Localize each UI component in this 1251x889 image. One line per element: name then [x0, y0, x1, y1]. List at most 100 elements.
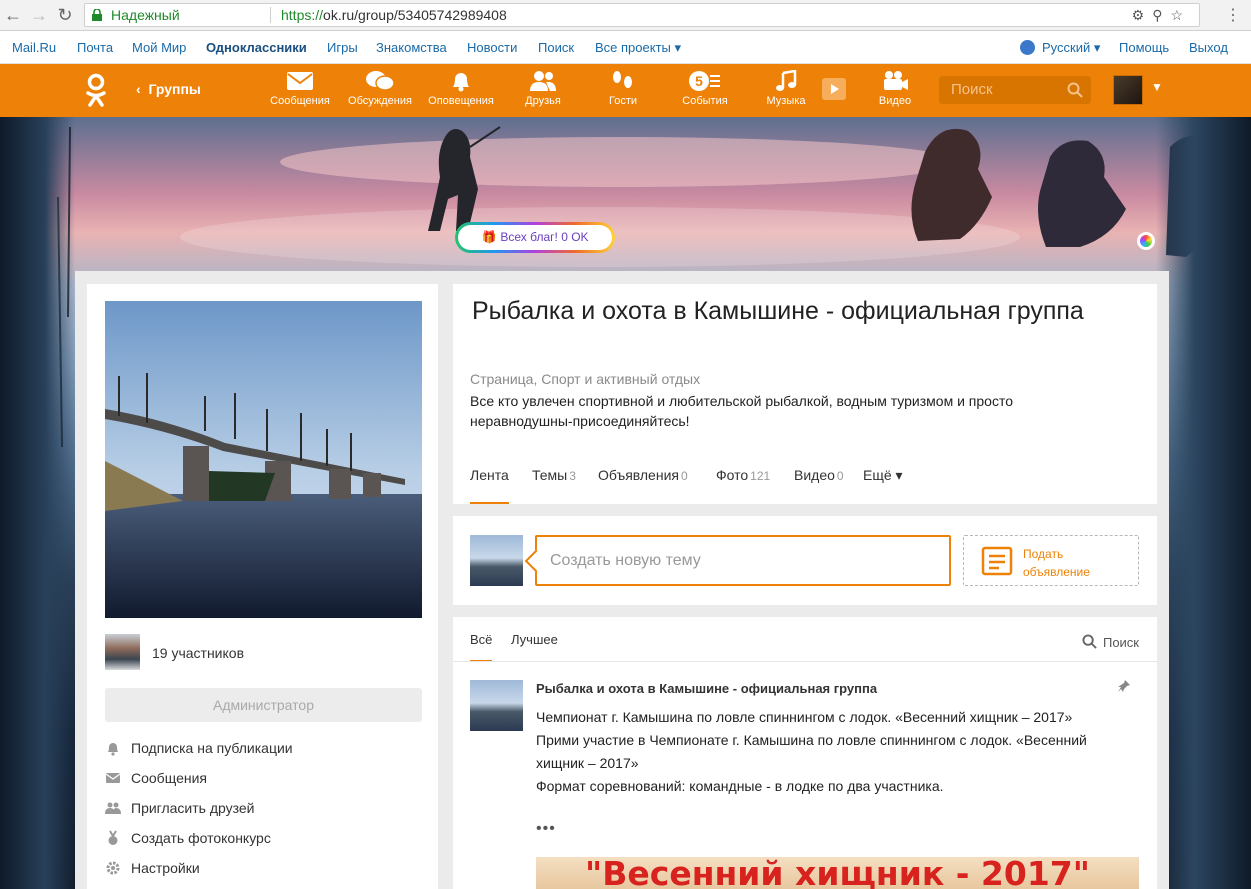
- portal-link-search[interactable]: Поиск: [538, 40, 574, 55]
- menu-messages-label: Сообщения: [131, 770, 207, 786]
- post-text[interactable]: Чемпионат г. Камышина по ловле спиннинго…: [536, 706, 1116, 798]
- toolbar-search-placeholder: Поиск: [951, 81, 993, 98]
- back-to-groups-label: Группы: [148, 81, 201, 97]
- music-note-icon: [776, 70, 797, 91]
- tab-videos-count: 0: [836, 469, 844, 483]
- portal-link-mail[interactable]: Почта: [77, 40, 113, 55]
- portal-link-news[interactable]: Новости: [467, 40, 517, 55]
- tab-topics-count: 3: [569, 469, 576, 483]
- pin-icon[interactable]: [1117, 679, 1131, 693]
- post-image[interactable]: "Весенний хищник - 2017": [536, 857, 1139, 889]
- tab-photos[interactable]: Фото 121: [716, 467, 770, 504]
- envelope-icon: [105, 773, 121, 783]
- reload-icon[interactable]: ↻: [54, 4, 76, 26]
- tab-ads-count: 0: [680, 469, 688, 483]
- administrator-button[interactable]: Администратор: [105, 688, 422, 722]
- toolbar-events[interactable]: 5 События: [670, 70, 740, 107]
- cover-color-picker-icon[interactable]: [1137, 232, 1155, 250]
- music-play-icon[interactable]: [822, 78, 846, 100]
- feed-tab-best[interactable]: Лучшее: [511, 632, 558, 662]
- chat-bubbles-icon: [366, 71, 395, 91]
- group-thumbnail[interactable]: [470, 535, 523, 586]
- toolbar-messages-label: Сообщения: [270, 95, 330, 107]
- portal-link-mailru[interactable]: Mail.Ru: [12, 40, 56, 55]
- gift-button[interactable]: 🎁 Всех благ! 0 OK: [455, 222, 615, 253]
- menu-settings-label: Настройки: [131, 860, 200, 876]
- user-avatar[interactable]: [1113, 75, 1143, 105]
- cover-right-shade: [1156, 117, 1251, 889]
- browser-toolbar: ← → ↻ Надежный https://ok.ru/group/53405…: [0, 0, 1251, 31]
- compose-card: Создать новую тему Подать объявление: [453, 516, 1157, 605]
- tab-ads[interactable]: Объявления 0: [598, 467, 688, 504]
- toolbar-music[interactable]: Музыка: [751, 70, 821, 107]
- feed-card: Всё Лучшее Поиск Рыбалка и охота в Камыш…: [453, 617, 1157, 889]
- friends-icon: [105, 802, 121, 814]
- ok-logo-icon[interactable]: [85, 73, 107, 109]
- mailru-portal-bar: Mail.Ru Почта Мой Мир Одноклассники Игры…: [0, 31, 1251, 64]
- group-sidebar: 19 участников Администратор Подписка на …: [87, 284, 438, 889]
- new-topic-input[interactable]: Создать новую тему: [535, 535, 951, 586]
- group-title: Рыбалка и охота в Камышине - официальная…: [472, 297, 1084, 325]
- portal-link-games[interactable]: Игры: [327, 40, 358, 55]
- chevron-left-icon: ‹: [136, 81, 149, 97]
- toolbar-notifications[interactable]: Оповещения: [426, 70, 496, 107]
- help-link[interactable]: Помощь: [1119, 40, 1169, 55]
- footprints-icon: [613, 71, 632, 88]
- post-ad-button[interactable]: Подать объявление: [963, 535, 1139, 586]
- tab-videos[interactable]: Видео 0: [794, 467, 844, 504]
- portal-link-ok[interactable]: Одноклассники: [206, 40, 307, 55]
- member-thumbnail[interactable]: [105, 634, 140, 670]
- toolbar-guests[interactable]: Гости: [588, 70, 658, 107]
- tab-topics[interactable]: Темы 3: [532, 467, 576, 504]
- gift-icon: 🎁: [481, 230, 497, 244]
- url-text[interactable]: https://ok.ru/group/53405742989408: [281, 4, 507, 26]
- tab-more[interactable]: Ещё ▾: [863, 467, 903, 504]
- portal-link-myworld[interactable]: Мой Мир: [132, 40, 186, 55]
- extension-icons[interactable]: ⚙⚲☆: [1132, 4, 1191, 26]
- video-camera-icon: [884, 71, 908, 90]
- toolbar-video[interactable]: Видео: [860, 70, 930, 107]
- forward-arrow-icon[interactable]: →: [28, 4, 50, 26]
- browser-menu-icon[interactable]: ⋮: [1225, 5, 1241, 25]
- post-author-name[interactable]: Рыбалка и охота в Камышине - официальная…: [536, 681, 877, 696]
- group-avatar-photo[interactable]: [105, 301, 422, 618]
- post-text-line2: Прими участие в Чемпионате г. Камышина п…: [536, 732, 1087, 771]
- envelope-icon: [287, 72, 313, 90]
- new-topic-placeholder: Создать новую тему: [550, 552, 701, 569]
- cover-left-shade: [0, 117, 75, 889]
- group-description: Все кто увлечен спортивной и любительско…: [470, 393, 1013, 429]
- caret-down-icon[interactable]: ▼: [1151, 80, 1163, 94]
- events-icon: 5: [689, 71, 720, 91]
- toolbar-friends[interactable]: Друзья: [508, 70, 578, 107]
- tab-feed[interactable]: Лента: [470, 467, 509, 504]
- menu-subscribe-label: Подписка на публикации: [131, 740, 293, 756]
- feed-tab-all[interactable]: Всё: [470, 632, 493, 662]
- toolbar-guests-label: Гости: [608, 95, 638, 107]
- search-icon: [1082, 634, 1097, 649]
- toolbar-discussions[interactable]: Обсуждения: [345, 70, 415, 107]
- bell-icon: [108, 743, 118, 756]
- portal-link-all-projects[interactable]: Все проекты ▾: [595, 40, 681, 56]
- post-expand-button[interactable]: •••: [536, 820, 556, 838]
- tab-more-label: Ещё ▾: [863, 467, 903, 483]
- post-author-avatar[interactable]: [470, 680, 523, 731]
- secure-label: Надежный: [111, 7, 180, 23]
- events-badge: 5: [695, 73, 703, 89]
- logout-link[interactable]: Выход: [1189, 40, 1228, 55]
- portal-link-dating[interactable]: Знакомства: [376, 40, 447, 55]
- feed-search-button[interactable]: Поиск: [1082, 632, 1139, 650]
- address-bar[interactable]: Надежный https://ok.ru/group/53405742989…: [84, 3, 1200, 27]
- back-arrow-icon[interactable]: ←: [2, 4, 24, 26]
- toolbar-friends-label: Друзья: [525, 95, 561, 107]
- toolbar-messages[interactable]: Сообщения: [265, 70, 335, 107]
- toolbar-notifications-label: Оповещения: [428, 95, 494, 107]
- language-select[interactable]: Русский ▾: [1042, 40, 1100, 56]
- toolbar-search-input[interactable]: Поиск: [939, 76, 1091, 104]
- gift-label: Всех благ! 0 OK: [500, 230, 589, 244]
- url-protocol: https://: [281, 7, 324, 23]
- group-category[interactable]: Страница, Спорт и активный отдых: [470, 371, 700, 387]
- search-icon[interactable]: [1067, 82, 1083, 98]
- ok-toolbar: ‹ Группы Сообщения Обсуждения Оповещения…: [0, 64, 1251, 117]
- members-count[interactable]: 19 участников: [152, 645, 244, 661]
- back-to-groups[interactable]: ‹ Группы: [136, 81, 201, 97]
